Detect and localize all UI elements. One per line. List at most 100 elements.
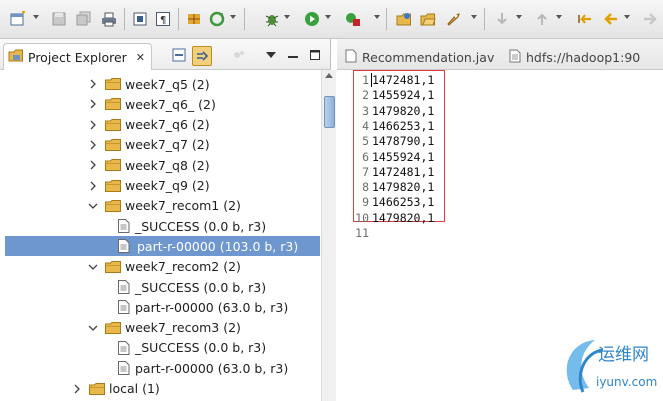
link-with-editor-icon[interactable] bbox=[192, 46, 212, 66]
tree-item-label: week7_q8 (2) bbox=[125, 157, 210, 173]
tree-item-label: part-r-00000 (63.0 b, r3) bbox=[135, 299, 289, 315]
close-view-icon[interactable]: ✕ bbox=[136, 51, 145, 64]
editor-tab-label: hdfs://hadoop1:90 bbox=[526, 49, 641, 65]
prev-annotation-icon[interactable] bbox=[532, 9, 552, 29]
debug-dropdown-icon[interactable] bbox=[284, 15, 290, 19]
tree-folder-row[interactable]: week7_q6 (2) bbox=[0, 115, 320, 135]
tree-item-label: part-r-00000 (103.0 b, r3) bbox=[133, 238, 303, 254]
tree-vertical-scrollbar[interactable] bbox=[321, 70, 336, 401]
tree-folder-row[interactable]: week7_q9 (2) bbox=[0, 176, 320, 196]
refresh-green-icon[interactable] bbox=[207, 9, 227, 29]
tree-item-label: week7_recom2 (2) bbox=[125, 259, 241, 275]
back-dropdown-icon[interactable] bbox=[624, 15, 630, 19]
expand-twistie-icon[interactable] bbox=[88, 99, 98, 109]
line-number: 3 bbox=[362, 103, 369, 118]
tree-folder-row[interactable]: week7_recom1 (2) bbox=[0, 196, 320, 216]
collapse-twistie-icon[interactable] bbox=[88, 262, 98, 272]
scrollbar-thumb[interactable] bbox=[324, 96, 335, 128]
line-number: 11 bbox=[355, 226, 369, 240]
run-icon[interactable] bbox=[302, 9, 322, 29]
last-edit-location-icon[interactable] bbox=[575, 9, 595, 29]
file-icon bbox=[118, 300, 130, 315]
editor-tab-hdfs[interactable]: hdfs://hadoop1:90 bbox=[509, 45, 640, 69]
toggle-breadcrumb-icon[interactable] bbox=[130, 9, 150, 29]
tree-item-label: _SUCCESS (0.0 b, r3) bbox=[135, 340, 267, 356]
back-arrow-icon[interactable] bbox=[601, 9, 621, 29]
tree-folder-row[interactable]: week7_q6_ (2) bbox=[0, 94, 320, 114]
line-number: 6 bbox=[362, 149, 369, 164]
external-dropdown-icon[interactable] bbox=[374, 15, 380, 19]
line-number: 1 bbox=[362, 73, 369, 87]
tree-item-label: week7_q5 (2) bbox=[125, 76, 210, 92]
tree-item-label: week7_q9 (2) bbox=[125, 178, 210, 193]
print-icon[interactable] bbox=[99, 9, 119, 29]
collapse-twistie-icon[interactable] bbox=[88, 201, 98, 211]
toolbar-separator bbox=[386, 8, 387, 30]
line-number: 4 bbox=[362, 118, 369, 133]
new-folder-icon[interactable] bbox=[394, 9, 414, 29]
code-line: 1478790,1 bbox=[372, 134, 435, 149]
view-menu-icon[interactable] bbox=[262, 46, 280, 64]
code-line: 1479820,1 bbox=[372, 210, 435, 225]
tree-folder-row[interactable]: week7_recom2 (2) bbox=[0, 257, 320, 277]
tree-file-row[interactable]: _SUCCESS (0.0 b, r3) bbox=[0, 277, 320, 297]
expand-twistie-icon[interactable] bbox=[88, 140, 98, 150]
folder-icon bbox=[105, 179, 121, 192]
run-external-icon[interactable] bbox=[343, 9, 363, 29]
java-file-icon bbox=[345, 49, 357, 66]
tree-file-row[interactable]: part-r-00000 (63.0 b, r3) bbox=[0, 358, 320, 378]
folder-icon bbox=[105, 138, 121, 151]
launch-rocket-icon[interactable] bbox=[443, 9, 463, 29]
tree-folder-row[interactable]: week7_q8 (2) bbox=[0, 155, 320, 175]
hadoop-elephant-icon[interactable] bbox=[184, 9, 204, 29]
collapse-twistie-icon[interactable] bbox=[88, 323, 98, 333]
tree-file-row[interactable]: _SUCCESS (0.0 b, r3) bbox=[0, 216, 320, 236]
maximize-view-icon[interactable] bbox=[306, 46, 324, 64]
project-explorer-tab[interactable]: Project Explorer ✕ bbox=[3, 43, 153, 70]
editor-tab-recommendation[interactable]: Recommendation.jav bbox=[345, 45, 494, 69]
expand-twistie-icon[interactable] bbox=[88, 79, 98, 89]
folder-icon bbox=[89, 382, 105, 395]
minimize-view-icon[interactable] bbox=[284, 46, 302, 64]
tree-file-row[interactable]: part-r-00000 (103.0 b, r3) bbox=[0, 236, 320, 257]
folder-icon bbox=[105, 78, 121, 90]
file-icon bbox=[118, 280, 130, 294]
prev-annotation-dropdown-icon[interactable] bbox=[556, 15, 562, 19]
launch-dropdown-icon[interactable] bbox=[471, 15, 477, 19]
run-dropdown-icon[interactable] bbox=[325, 15, 331, 19]
next-annotation-dropdown-icon[interactable] bbox=[516, 15, 522, 19]
text-file-icon bbox=[509, 49, 521, 66]
expand-twistie-icon[interactable] bbox=[72, 384, 82, 394]
expand-twistie-icon[interactable] bbox=[88, 160, 98, 170]
forward-arrow-icon[interactable] bbox=[640, 9, 660, 29]
project-tree: week7_q5 (2) week7_q6_ (2) week7_q6 (2) wee… bbox=[0, 70, 320, 401]
line-number: 7 bbox=[362, 164, 369, 179]
scroll-up-icon[interactable] bbox=[325, 73, 333, 78]
project-explorer-view: Project Explorer ✕ week7_q5 (2) week7_q6_… bbox=[0, 39, 336, 401]
code-line: 1472481,1 bbox=[372, 164, 435, 179]
tree-file-row[interactable]: part-r-00000 (63.0 b, r3) bbox=[0, 297, 320, 317]
expand-twistie-icon[interactable] bbox=[88, 181, 98, 191]
tree-item-label: week7_q6_ (2) bbox=[125, 96, 216, 112]
refresh-dropdown-icon[interactable] bbox=[230, 15, 236, 19]
new-dropdown-icon[interactable] bbox=[33, 15, 39, 19]
tree-folder-row[interactable]: week7_q5 (2) bbox=[0, 74, 320, 94]
show-whitespace-icon[interactable]: ¶ bbox=[153, 9, 173, 29]
toolbar-separator bbox=[178, 8, 179, 30]
tree-folder-row[interactable]: week7_recom3 (2) bbox=[0, 318, 320, 338]
debug-bug-icon[interactable] bbox=[262, 9, 282, 29]
tree-item-label: week7_recom3 (2) bbox=[125, 320, 241, 336]
collapse-all-icon[interactable] bbox=[170, 46, 188, 64]
next-annotation-icon[interactable] bbox=[492, 9, 512, 29]
save-all-icon[interactable] bbox=[74, 9, 94, 29]
tree-file-row[interactable]: _SUCCESS (0.0 b, r3) bbox=[0, 338, 320, 358]
filter-icon[interactable] bbox=[230, 46, 248, 64]
tree-folder-row[interactable]: local (1) bbox=[0, 379, 320, 399]
expand-twistie-icon[interactable] bbox=[88, 120, 98, 130]
open-folder-icon[interactable] bbox=[418, 9, 438, 29]
folder-icon bbox=[105, 199, 121, 212]
tree-folder-row[interactable]: week7_q7 (2) bbox=[0, 135, 320, 155]
save-icon[interactable] bbox=[49, 9, 69, 29]
toolbar-separator bbox=[124, 8, 125, 30]
new-wizard-icon[interactable] bbox=[8, 9, 28, 29]
